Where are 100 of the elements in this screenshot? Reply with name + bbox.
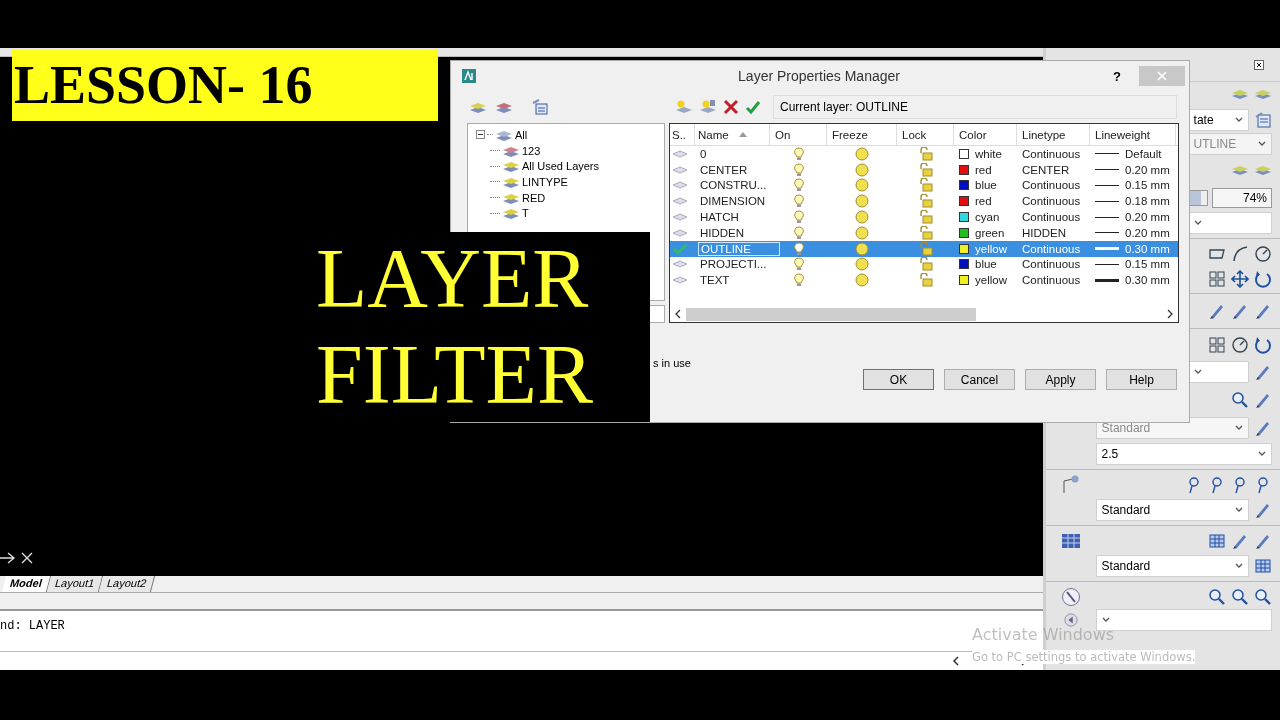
checkmark-icon[interactable] xyxy=(745,99,761,115)
sun-icon[interactable] xyxy=(855,273,869,288)
close-icon[interactable] xyxy=(1254,59,1264,70)
back-icon[interactable] xyxy=(1063,613,1078,627)
new-layer-icon[interactable] xyxy=(675,98,693,116)
lightbulb-icon[interactable] xyxy=(793,257,804,272)
column-header[interactable]: Lock xyxy=(897,124,954,145)
sun-icon[interactable] xyxy=(855,241,869,256)
table-icon[interactable] xyxy=(1254,557,1272,575)
new-layer-frozen-icon[interactable] xyxy=(699,98,717,116)
color-swatch[interactable] xyxy=(959,148,969,159)
grid-icon[interactable] xyxy=(1208,336,1226,354)
layer-row[interactable]: TEXT yellow Continuous 0.30 mm xyxy=(670,272,1178,289)
circle-icon[interactable] xyxy=(1231,336,1249,354)
layout-tab[interactable]: Layout2 xyxy=(98,576,156,592)
table-icon[interactable] xyxy=(1060,532,1081,549)
layer-row[interactable]: DIMENSION red Continuous 0.18 mm xyxy=(670,193,1178,210)
tree-item[interactable]: All Used Layers xyxy=(522,160,600,173)
dialog-button[interactable]: Apply xyxy=(1025,369,1096,390)
sun-icon[interactable] xyxy=(855,257,869,272)
dropdown[interactable]: 2.5 xyxy=(1095,443,1272,465)
dialog-button[interactable]: Cancel xyxy=(944,369,1015,390)
color-swatch[interactable] xyxy=(959,212,969,223)
dropdown[interactable]: Standard xyxy=(1095,499,1249,521)
dialog-button[interactable]: Help xyxy=(1106,369,1177,390)
zoom-icon[interactable] xyxy=(1254,587,1272,606)
pen-icon[interactable] xyxy=(1254,391,1272,409)
pen-icon[interactable] xyxy=(1254,302,1272,320)
sun-icon[interactable] xyxy=(855,178,869,193)
zoom-icon[interactable] xyxy=(1231,391,1249,409)
column-header[interactable]: Name xyxy=(695,124,770,145)
tree-item[interactable]: T xyxy=(522,207,529,220)
lightbulb-icon[interactable] xyxy=(793,146,804,161)
zoom-icon[interactable] xyxy=(1231,587,1249,606)
padlock-icon[interactable] xyxy=(918,162,933,177)
layout-tab[interactable]: Layout1 xyxy=(46,576,104,592)
layer-row[interactable]: HATCH cyan Continuous 0.20 mm xyxy=(670,209,1178,225)
layer-states-icon[interactable] xyxy=(531,98,549,116)
circle-icon[interactable] xyxy=(1254,244,1272,263)
column-header[interactable]: Freeze xyxy=(827,124,897,145)
scroll-right-icon[interactable] xyxy=(1166,309,1174,319)
layer-row[interactable]: PROJECTI... blue Continuous 0.15 mm xyxy=(670,256,1178,273)
column-header[interactable]: On xyxy=(770,124,827,145)
lightbulb-icon[interactable] xyxy=(793,162,804,177)
padlock-icon[interactable] xyxy=(918,241,933,256)
tree-item[interactable]: RED xyxy=(522,191,546,204)
color-swatch[interactable] xyxy=(959,196,969,207)
column-header[interactable]: Linetype xyxy=(1017,124,1090,145)
lightbulb-icon[interactable] xyxy=(793,273,804,288)
layer-row[interactable]: CONSTRU... blue Continuous 0.15 mm xyxy=(670,177,1178,194)
tree-item[interactable]: 123 xyxy=(522,144,541,157)
table-icon[interactable] xyxy=(1208,531,1226,550)
scroll-left-icon[interactable] xyxy=(950,656,961,666)
pen-icon[interactable] xyxy=(1254,419,1272,437)
dropdown[interactable] xyxy=(1187,212,1272,234)
column-header[interactable]: Lineweight xyxy=(1090,124,1176,145)
sun-icon[interactable] xyxy=(855,210,869,225)
layer-row[interactable]: 0 white Continuous Default xyxy=(670,146,1178,162)
padlock-icon[interactable] xyxy=(918,257,933,272)
color-swatch[interactable] xyxy=(959,275,969,286)
pen-icon[interactable] xyxy=(1231,302,1249,320)
sun-icon[interactable] xyxy=(855,162,869,177)
dropdown[interactable] xyxy=(1187,361,1249,383)
delete-icon[interactable] xyxy=(723,99,739,115)
layer-row[interactable]: HIDDEN green HIDDEN 0.20 mm xyxy=(670,225,1178,241)
move-icon[interactable] xyxy=(1231,269,1249,288)
dialog-button[interactable]: OK xyxy=(863,369,934,390)
color-swatch[interactable] xyxy=(959,243,969,254)
dropdown[interactable]: tate xyxy=(1187,109,1249,131)
grid-icon[interactable] xyxy=(1208,269,1226,288)
column-header[interactable]: Color xyxy=(954,124,1017,145)
sun-icon[interactable] xyxy=(855,225,869,240)
tree-item[interactable]: LINTYPE xyxy=(522,175,568,188)
collapse-icon[interactable] xyxy=(476,130,485,140)
color-swatch[interactable] xyxy=(959,180,969,191)
rotate-icon[interactable] xyxy=(1254,336,1272,354)
padlock-icon[interactable] xyxy=(918,194,933,209)
lightbulb-icon[interactable] xyxy=(793,225,804,240)
sun-icon[interactable] xyxy=(855,194,869,209)
padlock-icon[interactable] xyxy=(918,273,933,288)
pen-icon[interactable] xyxy=(1254,363,1272,381)
tree-item[interactable]: All xyxy=(515,128,528,141)
lightbulb-icon[interactable] xyxy=(793,194,804,209)
sheet-icon[interactable] xyxy=(1254,111,1272,129)
color-swatch[interactable] xyxy=(959,259,969,270)
dropdown[interactable]: Standard xyxy=(1095,555,1249,577)
pen-icon[interactable] xyxy=(1208,302,1226,320)
transparency-field[interactable]: 74% xyxy=(1212,188,1272,208)
color-swatch[interactable] xyxy=(959,227,969,238)
lightbulb-icon[interactable] xyxy=(793,178,804,193)
layer-row[interactable]: CENTER red CENTER 0.20 mm xyxy=(670,161,1178,178)
column-header[interactable]: S.. xyxy=(670,124,695,145)
zoom-icon[interactable] xyxy=(1208,587,1226,606)
lightbulb-icon[interactable] xyxy=(793,241,804,256)
layout-tab[interactable]: Model xyxy=(1,576,51,592)
lightbulb-icon[interactable] xyxy=(793,210,804,225)
padlock-icon[interactable] xyxy=(918,178,933,193)
pen-icon[interactable] xyxy=(1254,501,1272,519)
padlock-icon[interactable] xyxy=(918,146,933,161)
color-swatch[interactable] xyxy=(959,164,969,175)
